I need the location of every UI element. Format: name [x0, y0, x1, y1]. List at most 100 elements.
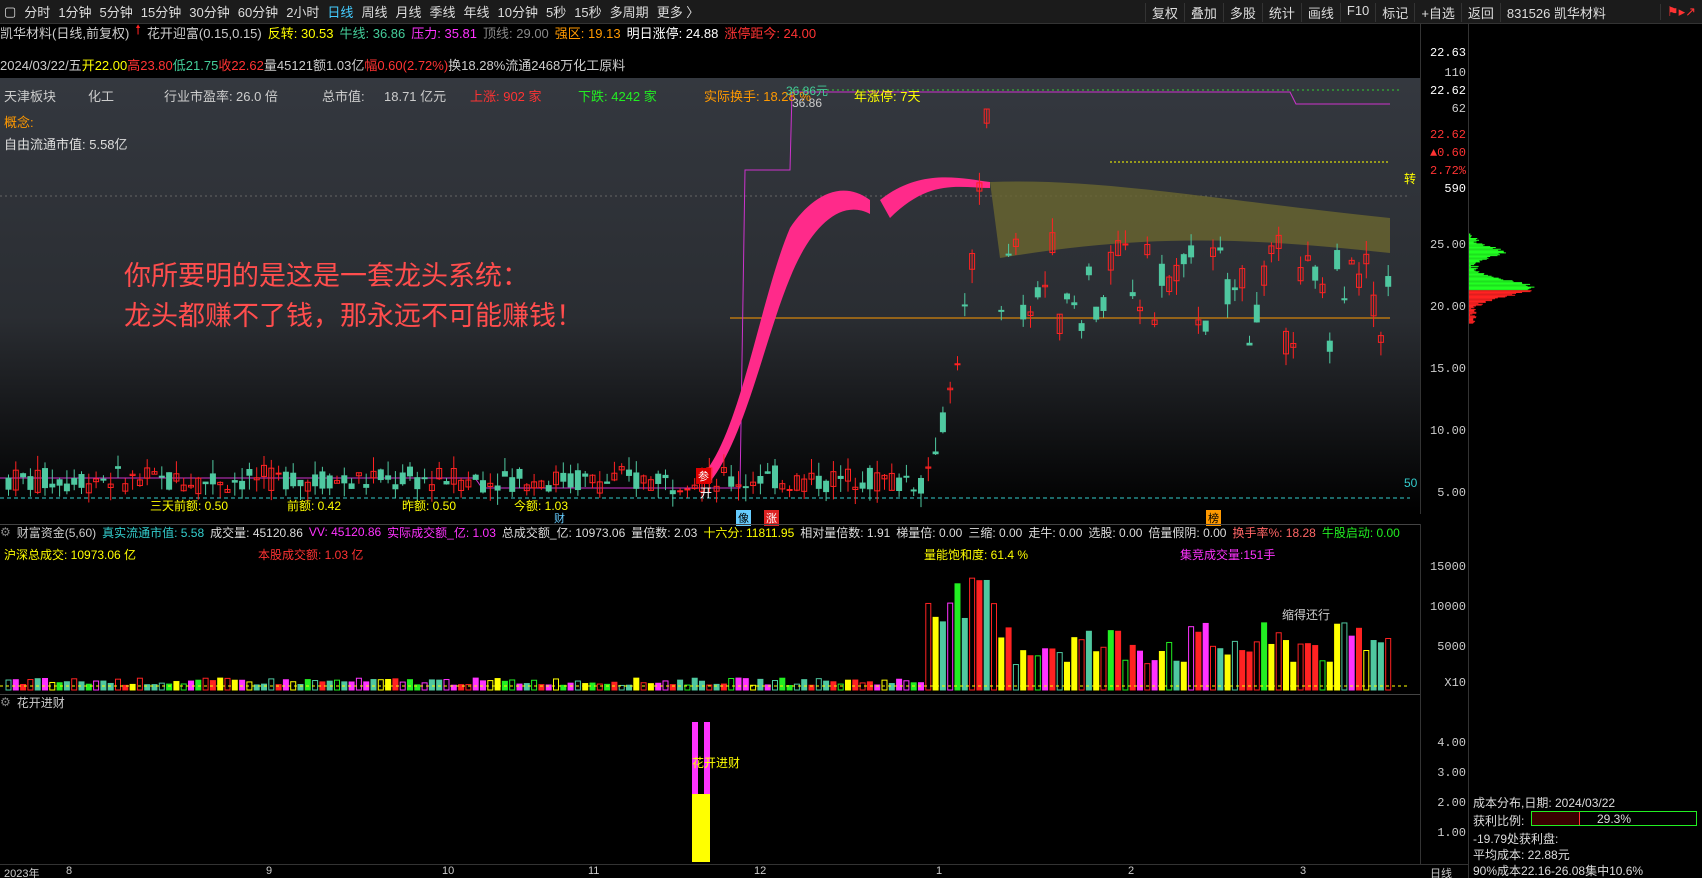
period-tab[interactable]: 更多 〉 [653, 2, 704, 21]
candle-body [231, 480, 238, 483]
toolbar-button[interactable]: +自选 [1414, 2, 1461, 22]
period-tab[interactable]: 日线 [323, 2, 357, 21]
period-tab[interactable]: 10分钟 [494, 2, 542, 21]
loss-line: -19.79处获利盘: [1473, 832, 1559, 846]
flag-icon[interactable]: ⚑▸↗ [1659, 4, 1702, 20]
date-tick-label: 2 [1128, 865, 1135, 877]
period-tab[interactable]: 2小时 [282, 2, 323, 21]
period-tab[interactable]: 60分钟 [234, 2, 282, 21]
toolbar-button[interactable]: 画线 [1300, 2, 1340, 22]
volume-bar [1195, 631, 1202, 691]
volume-bar [34, 678, 41, 691]
indicator-name[interactable]: 花开迎富(0.15,0.15) [147, 23, 262, 42]
quote-amount: 额1.03亿 [313, 57, 365, 73]
candle-body [866, 467, 873, 490]
vol-name[interactable]: 财富资金(5,60) [17, 524, 96, 541]
candle-body [158, 475, 165, 478]
candle-body [626, 469, 632, 476]
settings-icon-2[interactable]: ⚙ [0, 695, 11, 709]
volume-bar [691, 677, 698, 691]
candle-body [56, 479, 63, 486]
candle-body [516, 468, 523, 479]
free-float: 自由流通市值: 5.58亿 [4, 137, 128, 152]
volume-bar [480, 680, 486, 691]
axis-tick-label: 15.00 [1429, 362, 1466, 376]
volume-bar [1253, 641, 1260, 691]
profit-value: 29.3% [1596, 812, 1632, 826]
period-tab[interactable]: 5分钟 [96, 2, 137, 21]
vol-volume: 成交量: 45120.86 [210, 525, 303, 540]
volume-bar [115, 678, 121, 691]
volume-bar [983, 579, 990, 691]
period-tab[interactable]: 1分钟 [54, 2, 95, 21]
up-arrow-icon: 🠕 [135, 22, 141, 37]
pe-label: 行业市盈率: [164, 89, 233, 104]
axis-tick-label: 110 [1444, 66, 1466, 80]
volume-bar [1034, 655, 1041, 691]
toolbar-button[interactable]: 叠加 [1183, 2, 1223, 22]
candle-body [655, 473, 662, 484]
period-tab[interactable]: 分时 [20, 2, 54, 21]
settings-icon[interactable]: ⚙ [0, 525, 11, 539]
toolbar-button[interactable]: F10 [1339, 2, 1375, 22]
candle-body [71, 477, 78, 485]
vol-ratio: 量倍数: 2.03 [631, 525, 698, 540]
niuxian-value: 牛线: 36.86 [339, 25, 406, 41]
period-tab[interactable]: 15分钟 [137, 2, 185, 21]
date-tick-label: 3 [1300, 865, 1307, 877]
volume-bar [195, 679, 202, 691]
axis-tick-label: 22.62 [1429, 84, 1466, 98]
date-tick-label: 2023年 [4, 868, 40, 878]
mcap-label: 总市值: [322, 89, 365, 104]
period-tab[interactable]: 多周期 [606, 2, 653, 21]
quote-float: 流通2468万 [505, 57, 574, 73]
candle-body [392, 484, 399, 490]
candle-body [509, 477, 516, 492]
period-tab[interactable]: 季线 [425, 2, 459, 21]
cost-distribution-panel: 成本分布,日期: 2024/03/22 获利比例: 29.3% -19.79处获… [1468, 24, 1702, 878]
volume-bar [1202, 622, 1209, 691]
volume-bar [1158, 651, 1165, 691]
vol-total-amount: 总成交额_亿: 10973.06 [501, 525, 626, 540]
candle-body [604, 481, 611, 484]
volume-bar [12, 679, 19, 691]
candle-body [1100, 297, 1107, 311]
vol-fake-yin: 倍量假阴: 0.00 [1148, 525, 1227, 540]
candle-body [918, 477, 924, 494]
candle-body [63, 483, 70, 492]
volume-bar [107, 682, 114, 691]
axis-tick-label: 5000 [1437, 640, 1466, 654]
period-tab[interactable]: 月线 [391, 2, 425, 21]
volume-bar [1261, 622, 1268, 691]
period-tab[interactable]: 30分钟 [185, 2, 233, 21]
vol-turnover: 换手率%: 18.28 [1232, 525, 1316, 540]
candle-body [837, 475, 844, 479]
toolbar-button[interactable]: 统计 [1261, 2, 1301, 22]
toolbar-button[interactable]: 返回 [1460, 2, 1500, 22]
fantan-value: 反转: 30.53 [267, 25, 334, 41]
candle-body [1385, 276, 1392, 287]
candle-body [910, 489, 917, 492]
volume-bar [896, 678, 903, 691]
volume-bar [604, 683, 611, 691]
toolbar-button[interactable]: 复权 [1144, 2, 1184, 22]
ribbon-area [700, 190, 870, 482]
candle-body [1341, 298, 1348, 301]
volume-bar [881, 679, 888, 691]
vol-vv: VV: 45120.86 [308, 525, 382, 539]
window-icon[interactable]: ▢ [0, 4, 20, 20]
third-name[interactable]: 花开进财 [17, 694, 65, 711]
period-tab[interactable]: 5秒 [542, 2, 570, 21]
axis-tick-label: 5.00 [1437, 486, 1466, 500]
period-tab[interactable]: 周线 [357, 2, 391, 21]
volume-bar [385, 679, 392, 691]
period-tab[interactable]: 15秒 [570, 2, 605, 21]
toolbar-button[interactable]: 多股 [1222, 2, 1262, 22]
year-limit: 年涨停: 7天 [854, 89, 921, 104]
kai-label: 开 [700, 486, 713, 500]
candle-body [677, 490, 684, 493]
period-tab[interactable]: 年线 [459, 2, 493, 21]
toolbar-button[interactable]: 标记 [1375, 2, 1414, 22]
volume-bar [85, 683, 92, 691]
volume-bar [20, 683, 27, 691]
